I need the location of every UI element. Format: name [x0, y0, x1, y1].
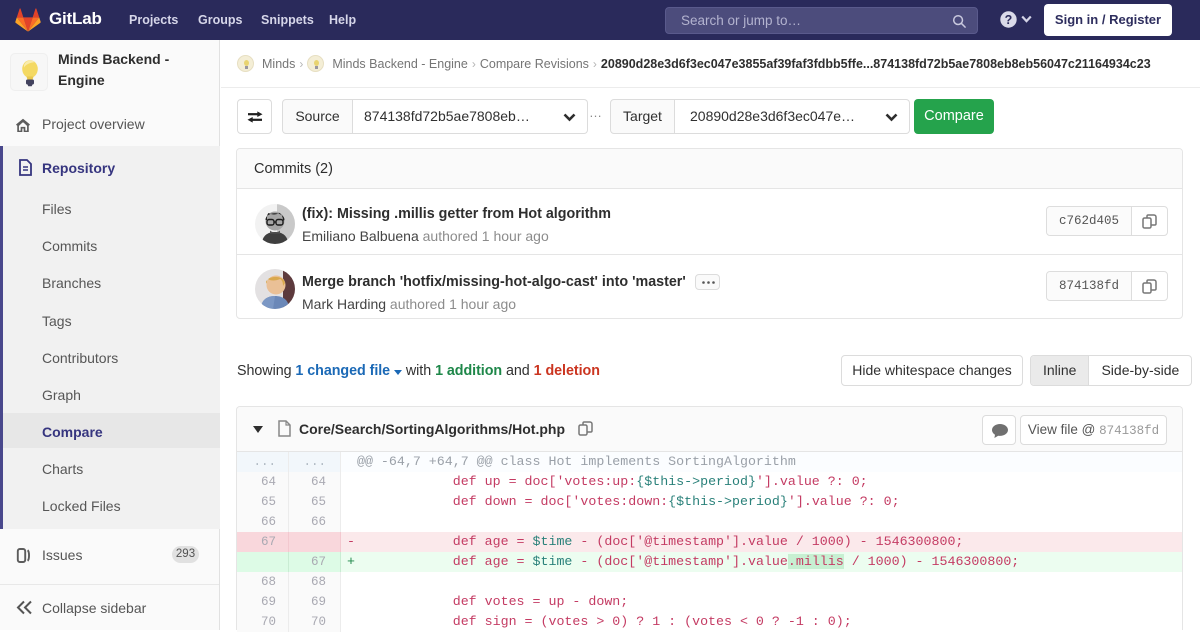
svg-text:?: ? [1005, 13, 1013, 27]
